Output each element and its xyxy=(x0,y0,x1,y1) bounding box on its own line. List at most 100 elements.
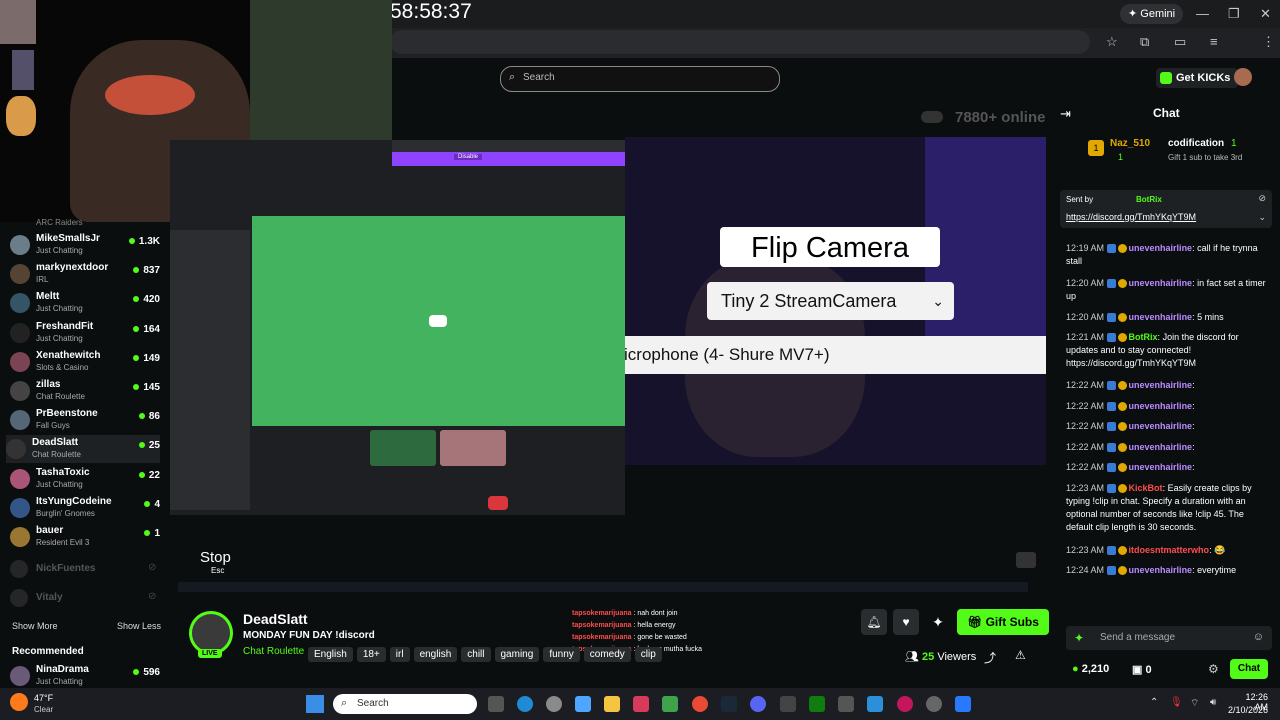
sidebar-item-recommended[interactable]: NinaDrama Just Chatting 596 xyxy=(10,662,160,690)
sidebar-item-freshandfit[interactable]: FreshandFit Just Chatting 164 xyxy=(10,319,160,347)
chat-username[interactable]: unevenhairline xyxy=(1129,243,1193,253)
kicks-balance[interactable]: ▣ 0 xyxy=(1132,663,1152,676)
bookmark-star-icon[interactable]: ☆ xyxy=(1106,34,1118,50)
chat-username[interactable]: itdoesntmatterwho xyxy=(1129,545,1210,555)
cast-icon[interactable]: ▭ xyxy=(1174,34,1186,50)
chevron-down-icon[interactable]: ⌄ xyxy=(1258,212,1266,223)
chat-username[interactable]: unevenhairline xyxy=(1129,442,1193,452)
sidebar-item-meltt[interactable]: Meltt Just Chatting 420 xyxy=(10,289,160,317)
streamer-avatar[interactable]: LIVE xyxy=(189,611,233,658)
follow-heart-icon[interactable]: ♥ xyxy=(893,609,919,635)
copilot-icon[interactable] xyxy=(575,696,591,712)
gift-subs-button[interactable]: 🎁︎ Gift Subs xyxy=(957,609,1049,635)
app-icon[interactable] xyxy=(780,696,796,712)
search-input[interactable]: ⌕ Search xyxy=(500,66,780,92)
sidebar-item-tashatoxic[interactable]: TashaToxic Just Chatting 22 xyxy=(10,465,160,493)
sidebar-item-zillas[interactable]: zillas Chat Roulette 145 xyxy=(10,377,160,405)
flip-camera-button[interactable]: Flip Camera xyxy=(720,227,940,267)
stop-button[interactable]: Stop xyxy=(200,549,231,566)
leaderboard-second-name[interactable]: codification xyxy=(1168,138,1224,149)
tag[interactable]: 18+ xyxy=(356,647,386,662)
windows-start-icon[interactable] xyxy=(306,695,324,713)
chat-username[interactable]: unevenhairline xyxy=(1129,278,1193,288)
chat-input[interactable]: ✦ Send a message ☺ xyxy=(1066,626,1272,650)
app-icon[interactable] xyxy=(838,696,854,712)
app-icon[interactable] xyxy=(926,696,942,712)
chat-settings-gear-icon[interactable]: ⚙ xyxy=(1208,662,1219,676)
tag[interactable]: english xyxy=(413,647,458,662)
tag[interactable]: gaming xyxy=(494,647,540,662)
chat-username[interactable]: KickBot xyxy=(1129,483,1163,493)
tag[interactable]: chill xyxy=(461,647,491,662)
weather-temp[interactable]: 47°F xyxy=(34,693,53,703)
online-toggle[interactable] xyxy=(921,111,943,123)
get-kicks-button[interactable]: Get KICKs xyxy=(1156,68,1239,88)
taskbar-search[interactable]: ⌕ Search xyxy=(333,694,477,714)
camera-select[interactable]: Tiny 2 StreamCamera ⌄ xyxy=(707,282,954,320)
chat-username[interactable]: unevenhairline xyxy=(1129,462,1193,472)
collapse-chat-icon[interactable]: ⇥ xyxy=(1060,106,1071,122)
tag[interactable]: irl xyxy=(389,647,410,662)
show-less-button[interactable]: Show Less xyxy=(117,621,161,631)
app-icon[interactable] xyxy=(955,696,971,712)
sidebar-item-markynextdoor[interactable]: markynextdoor IRL 837 xyxy=(10,260,160,288)
discord-disable-button[interactable]: Disable xyxy=(454,154,483,160)
chevron-up-icon[interactable]: ⌃ xyxy=(1150,697,1158,708)
gemini-button[interactable]: ✦ Gemini xyxy=(1120,4,1184,24)
unpin-icon[interactable]: ⊘ xyxy=(1258,193,1266,204)
sidebar-item-xenathewitch[interactable]: Xenathewitch Slots & Casino 149 xyxy=(10,348,160,376)
volume-icon[interactable]: 🔊︎ xyxy=(1210,697,1216,708)
chat-username[interactable]: unevenhairline xyxy=(1129,401,1193,411)
tag[interactable]: English xyxy=(308,647,353,662)
leaderboard-first-name[interactable]: Naz_510 xyxy=(1110,138,1150,149)
sidebar-item-offline-1[interactable]: NickFuentes ⊘ xyxy=(10,560,160,578)
microphone-select[interactable]: icrophone (4- Shure MV7+) xyxy=(620,336,1046,374)
emote-bar[interactable] xyxy=(1066,604,1272,616)
chat-username[interactable]: unevenhairline xyxy=(1129,565,1193,575)
settings-app-icon[interactable] xyxy=(546,696,562,712)
menu-list-icon[interactable]: ≡ xyxy=(1210,34,1218,49)
pinned-link[interactable]: https://discord.gg/TmhYKqYT9M xyxy=(1066,212,1196,222)
music-app-icon[interactable] xyxy=(633,696,649,712)
photos-icon[interactable] xyxy=(867,696,883,712)
sidebar-item-offline-2[interactable]: Vitaly ⊘ xyxy=(10,589,160,607)
chat-username[interactable]: unevenhairline xyxy=(1129,312,1193,322)
file-explorer-icon[interactable] xyxy=(604,696,620,712)
streamer-name[interactable]: DeadSlatt xyxy=(243,611,308,627)
discord-leave-call-button[interactable] xyxy=(488,496,508,510)
tag[interactable]: funny xyxy=(543,647,580,662)
minimize-button[interactable]: — xyxy=(1196,6,1209,21)
edge-icon[interactable] xyxy=(517,696,533,712)
xbox-icon[interactable] xyxy=(809,696,825,712)
spreadsheet-app-icon[interactable] xyxy=(662,696,678,712)
chat-username[interactable]: BotRix xyxy=(1129,332,1158,342)
chrome-icon[interactable] xyxy=(692,696,708,712)
close-window-button[interactable]: ✕ xyxy=(1260,6,1271,22)
show-more-button[interactable]: Show More xyxy=(12,621,58,631)
microphone-icon[interactable]: 🎙︎ xyxy=(1170,697,1183,708)
task-view-icon[interactable] xyxy=(488,696,504,712)
user-avatar[interactable] xyxy=(1234,68,1252,86)
chat-send-button[interactable]: Chat xyxy=(1230,659,1268,679)
notification-bell-icon[interactable]: 🔔︎ xyxy=(861,609,887,635)
maximize-button[interactable]: ❐ xyxy=(1228,6,1240,22)
kebab-menu-icon[interactable]: ⋮ xyxy=(1262,34,1275,50)
steam-icon[interactable] xyxy=(721,696,737,712)
tag[interactable]: clip xyxy=(634,647,662,662)
sidebar-item-deadslatt[interactable]: DeadSlatt Chat Roulette 25 xyxy=(6,435,160,464)
chat-username[interactable]: unevenhairline xyxy=(1129,380,1193,390)
chat-username[interactable]: unevenhairline xyxy=(1129,421,1193,431)
wifi-icon[interactable]: ⌔ xyxy=(1190,697,1199,710)
sparkle-icon[interactable]: ✦ xyxy=(925,609,951,635)
obs-icon[interactable] xyxy=(897,696,913,712)
emoji-icon[interactable]: ☺ xyxy=(1253,631,1264,643)
sidebar-item-bauer[interactable]: bauer Resident Evil 3 1 xyxy=(10,523,160,551)
sidebar-item-itsyungcodeine[interactable]: ItsYungCodeine Burglin' Gnomes 4 xyxy=(10,494,160,522)
channel-points[interactable]: ● 2,210 xyxy=(1072,663,1109,675)
share-icon[interactable]: ⤴ xyxy=(984,649,996,666)
sidebar-item-mikesmallsjr[interactable]: MikeSmallsJr Just Chatting 1.3K xyxy=(10,231,160,259)
report-icon[interactable]: ⚠ xyxy=(1015,648,1026,662)
stream-category-link[interactable]: Chat Roulette xyxy=(243,646,304,657)
sidebar-item-prbeenstone[interactable]: PrBeenstone Fall Guys 86 xyxy=(10,406,160,434)
extensions-icon[interactable]: ⧉ xyxy=(1140,34,1149,50)
